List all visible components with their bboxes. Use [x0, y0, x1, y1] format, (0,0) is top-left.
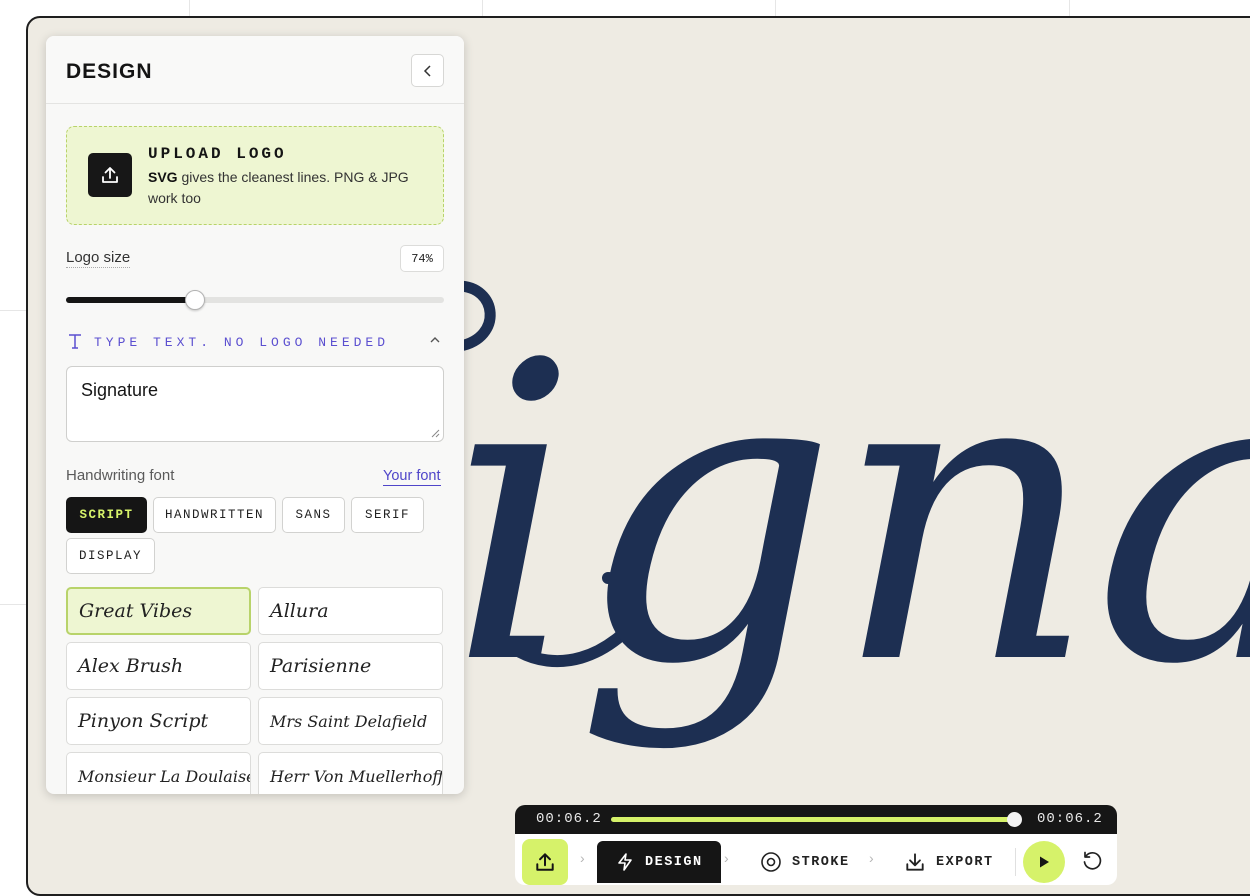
category-chip-script[interactable]: SCRIPT	[66, 497, 147, 533]
category-chip-handwritten[interactable]: HANDWRITTEN	[153, 497, 276, 533]
replay-button[interactable]	[1077, 846, 1107, 876]
step-export-label: EXPORT	[936, 854, 994, 870]
step-design-label: DESIGN	[645, 854, 703, 870]
chevron-left-icon	[423, 64, 431, 77]
step-stroke-button[interactable]: STROKE	[760, 841, 850, 883]
collapse-panel-button[interactable]	[411, 54, 444, 87]
step-stroke-label: STROKE	[792, 854, 850, 870]
time-elapsed: 00:06.2	[536, 811, 602, 827]
grid-line	[1069, 0, 1070, 17]
signature-text-input[interactable]	[66, 366, 444, 442]
font-option-monsieur-la-doulaise[interactable]: Monsieur La Doulaise	[66, 752, 251, 794]
your-font-link[interactable]: Your font	[383, 468, 441, 486]
download-icon	[906, 853, 924, 871]
chevron-right-icon: ›	[724, 850, 729, 866]
upload-description: SVG gives the cleanest lines. PNG & JPG …	[148, 167, 428, 209]
font-option-parisienne[interactable]: Parisienne	[258, 642, 443, 690]
timeline-bar: 00:06.2 00:06.2	[515, 805, 1117, 834]
font-option-mrs-saint-delafield[interactable]: Mrs Saint Delafield	[258, 697, 443, 745]
chevron-right-icon: ›	[580, 850, 585, 866]
type-text-toggle[interactable]: TYPE TEXT. NO LOGO NEEDED	[66, 332, 444, 352]
step-bar: › DESIGN › STROKE › EXPORT	[515, 834, 1117, 885]
upload-desc-bold: SVG	[148, 169, 178, 185]
font-option-alex-brush[interactable]: Alex Brush	[66, 642, 251, 690]
upload-logo-dropzone[interactable]: UPLOAD LOGO SVG gives the cleanest lines…	[66, 126, 444, 225]
chevron-up-icon	[430, 337, 440, 343]
toolbar-divider	[1015, 848, 1016, 876]
design-panel: DESIGN UPLOAD LOGO SVG gives the cleanes…	[46, 36, 464, 794]
logo-size-label: Logo size	[66, 249, 131, 268]
category-chip-serif[interactable]: SERIF	[351, 497, 424, 533]
play-button[interactable]	[1023, 841, 1065, 883]
step-export-button[interactable]: EXPORT	[904, 841, 994, 883]
step-upload-button[interactable]	[522, 839, 568, 885]
panel-header: DESIGN	[46, 36, 464, 104]
grid-line	[189, 0, 190, 17]
upload-icon	[536, 853, 554, 871]
timeline-scrubber[interactable]	[611, 812, 1022, 827]
slider-fill	[66, 297, 195, 303]
text-type-icon	[69, 334, 81, 349]
type-text-label: TYPE TEXT. NO LOGO NEEDED	[94, 335, 390, 350]
upload-title: UPLOAD LOGO	[148, 145, 287, 163]
upload-icon	[88, 153, 132, 197]
logo-size-value: 74%	[400, 245, 444, 272]
grid-line	[775, 0, 776, 17]
handwriting-font-label: Handwriting font	[66, 467, 175, 484]
grid-line	[482, 0, 483, 17]
font-option-pinyon-script[interactable]: Pinyon Script	[66, 697, 251, 745]
logo-size-slider[interactable]	[66, 290, 444, 310]
panel-title: DESIGN	[66, 60, 153, 83]
grid-line	[0, 310, 27, 311]
timeline-progress	[611, 817, 1015, 822]
font-option-great-vibes[interactable]: Great Vibes	[66, 587, 251, 635]
signature-preview: ignature	[448, 276, 1250, 754]
play-icon	[1040, 856, 1049, 868]
category-chip-sans[interactable]: SANS	[282, 497, 345, 533]
time-total: 00:06.2	[1037, 811, 1103, 827]
category-chip-display[interactable]: DISPLAY	[66, 538, 155, 574]
bolt-icon	[618, 853, 632, 871]
step-design-button[interactable]: DESIGN	[597, 841, 721, 883]
replay-icon	[1083, 851, 1102, 870]
timeline-knob[interactable]	[1007, 812, 1022, 827]
chevron-right-icon: ›	[869, 850, 874, 866]
target-icon	[761, 852, 781, 872]
grid-line	[0, 604, 27, 605]
font-option-allura[interactable]: Allura	[258, 587, 443, 635]
upload-desc-rest: gives the cleanest lines. PNG & JPG work…	[148, 169, 409, 206]
font-option-herr-von-muellerhoff[interactable]: Herr Von Muellerhoff	[258, 752, 443, 794]
resize-grip-icon[interactable]	[430, 428, 440, 438]
playback-toolbar: 00:06.2 00:06.2 › DESIGN › STROKE › EXPO…	[515, 805, 1117, 885]
slider-thumb[interactable]	[184, 290, 205, 310]
